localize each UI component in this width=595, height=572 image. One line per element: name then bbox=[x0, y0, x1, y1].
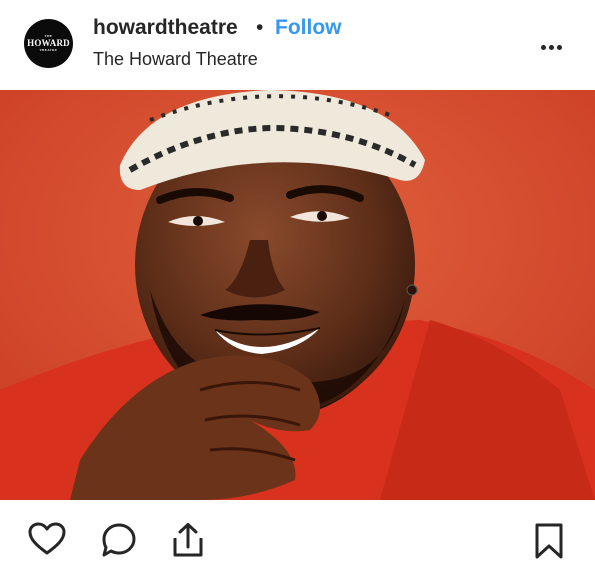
heart-icon[interactable] bbox=[28, 522, 66, 561]
username-link[interactable]: howardtheatre bbox=[93, 16, 238, 40]
separator-dot: • bbox=[256, 16, 264, 39]
howard-theatre-logo: THE HOWARD THEATRE bbox=[27, 34, 70, 52]
comment-bubble-icon[interactable] bbox=[101, 522, 137, 563]
follow-button[interactable]: Follow bbox=[275, 16, 342, 40]
portrait-illustration bbox=[0, 90, 595, 500]
more-options-icon[interactable] bbox=[541, 37, 567, 50]
post-header: THE HOWARD THEATRE howardtheatre • Follo… bbox=[0, 0, 595, 90]
location-link[interactable]: The Howard Theatre bbox=[93, 49, 258, 70]
share-icon[interactable] bbox=[171, 522, 205, 563]
avatar[interactable]: THE HOWARD THEATRE bbox=[24, 19, 73, 68]
post-actions-bar bbox=[0, 500, 595, 572]
bookmark-icon[interactable] bbox=[533, 522, 565, 565]
post-image[interactable] bbox=[0, 90, 595, 500]
